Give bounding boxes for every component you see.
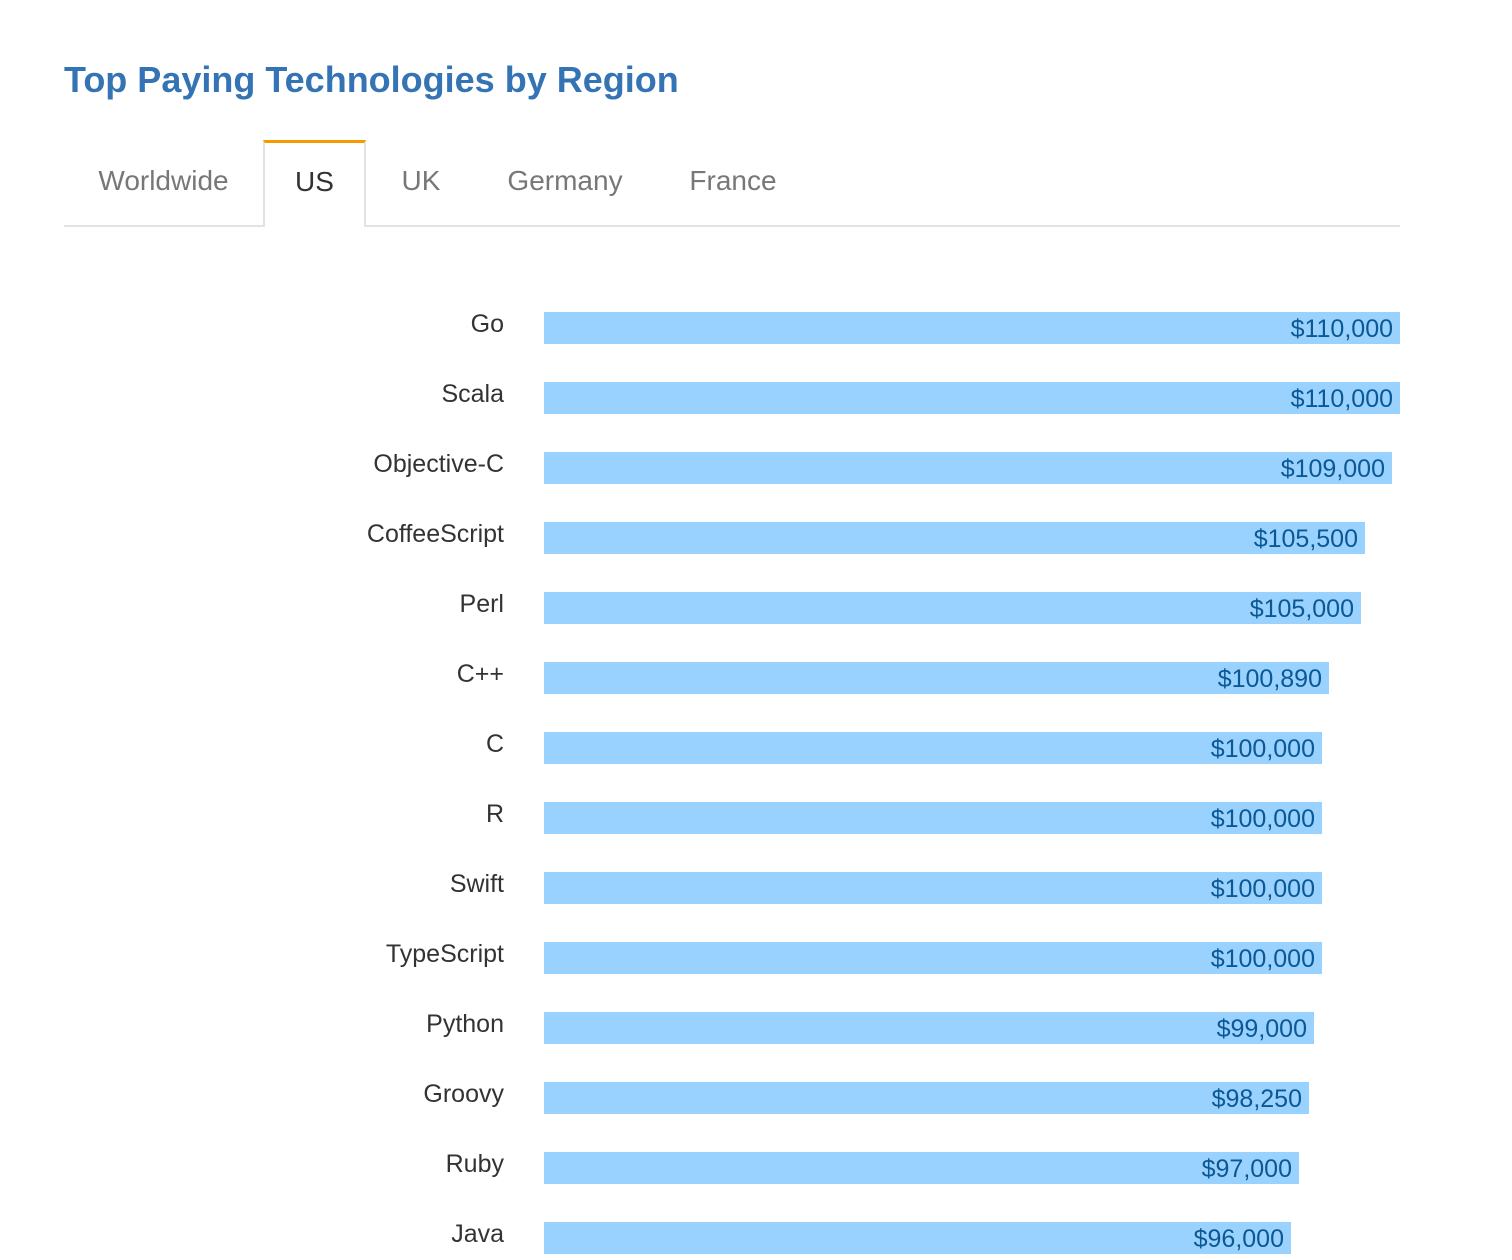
value-label: $100,890 [1217,665,1322,693]
category-label: TypeScript [385,940,504,968]
salary-bar [544,1012,1314,1044]
value-label: $100,000 [1210,875,1315,903]
salary-bar [544,1222,1291,1254]
value-label: $98,250 [1211,1085,1302,1113]
salary-bar [544,872,1322,904]
salary-bar [544,1082,1309,1114]
value-label: $109,000 [1280,455,1385,483]
salary-bar [544,1152,1299,1184]
value-label: $100,000 [1210,735,1315,763]
salary-bar [544,942,1322,974]
salary-bar [544,382,1400,414]
salary-bar [544,662,1329,694]
category-label: Go [470,310,504,338]
category-label: Ruby [445,1150,504,1178]
category-label: Groovy [423,1080,504,1108]
salary-bar [544,522,1365,554]
salary-bar [544,802,1322,834]
category-label: Perl [459,590,504,618]
value-label: $97,000 [1201,1155,1292,1183]
salary-bar [544,732,1322,764]
value-label: $99,000 [1216,1015,1307,1043]
salary-bar-chart: Go $110,000 Scala $110,000 Objective-C $109,0… [0,0,1512,1260]
category-label: Java [451,1220,504,1248]
value-label: $110,000 [1290,315,1393,343]
salary-bar [544,592,1361,624]
category-label: CoffeeScript [366,520,504,548]
value-label: $105,500 [1253,525,1358,553]
category-label: Objective-C [373,450,504,478]
category-label: C [485,730,504,758]
salary-bar [544,452,1392,484]
category-label: R [485,800,504,828]
salary-bar [544,312,1400,344]
value-label: $105,000 [1249,595,1354,623]
category-label: Swift [449,870,504,898]
category-label: Python [426,1010,504,1038]
category-label: Scala [441,380,504,408]
value-label: $96,000 [1193,1225,1284,1253]
category-label: C++ [456,660,504,688]
value-label: $100,000 [1210,805,1315,833]
value-label: $110,000 [1290,385,1393,413]
value-label: $100,000 [1210,945,1315,973]
